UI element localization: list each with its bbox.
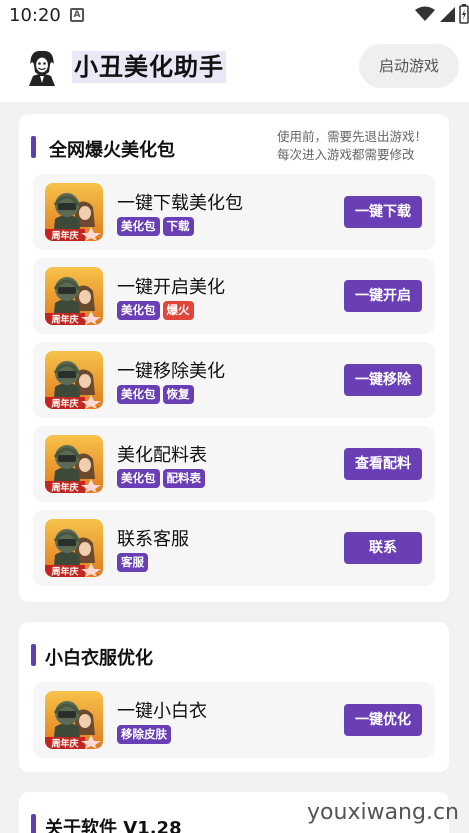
tag-group: 美化包 下载 bbox=[117, 217, 194, 236]
status-time: 10:20 bbox=[9, 5, 61, 26]
tag: 美化包 bbox=[117, 385, 160, 404]
tag: 美化包 bbox=[117, 217, 160, 236]
section-beautify-packs: 全网爆火美化包 使用前，需要先退出游戏！ 每次进入游戏都需要修改 周年庆 一键下… bbox=[19, 114, 449, 602]
tag: 配料表 bbox=[162, 469, 205, 488]
section-white-outfit: 小白衣服优化 周年庆 一键小白衣 移除皮肤 一键优化 bbox=[19, 622, 449, 772]
notification-a-icon: A bbox=[70, 8, 84, 22]
tag: 恢复 bbox=[162, 385, 194, 404]
section-title: 小白衣服优化 bbox=[45, 648, 153, 669]
tag-group: 客服 bbox=[117, 553, 148, 572]
tag: 客服 bbox=[117, 553, 148, 572]
section-accent-bar bbox=[31, 136, 36, 158]
section-title: 全网爆火美化包 bbox=[49, 140, 175, 161]
svg-text:周年庆: 周年庆 bbox=[51, 398, 78, 410]
note-line-1: 使用前，需要先退出游戏！ bbox=[276, 129, 427, 144]
tag-group: 美化包 配料表 bbox=[117, 469, 205, 488]
svg-text:周年庆: 周年庆 bbox=[51, 738, 78, 750]
section-accent-bar bbox=[31, 644, 36, 666]
list-item: 周年庆 联系客服 客服 联系 bbox=[33, 510, 435, 586]
note-line-2: 每次进入游戏都需要修改 bbox=[276, 147, 415, 162]
game-icon: 周年庆 bbox=[45, 351, 103, 409]
row-title: 美化配料表 bbox=[117, 445, 207, 466]
tag-group: 移除皮肤 bbox=[117, 725, 171, 744]
svg-text:周年庆: 周年庆 bbox=[51, 482, 78, 494]
tag: 移除皮肤 bbox=[117, 725, 171, 744]
enable-button[interactable]: 一键开启 bbox=[344, 280, 422, 312]
optimize-button[interactable]: 一键优化 bbox=[344, 704, 422, 736]
tag: 美化包 bbox=[117, 301, 160, 320]
game-icon: 周年庆 bbox=[45, 183, 103, 241]
tag: 下载 bbox=[162, 217, 194, 236]
wifi-icon bbox=[415, 6, 435, 21]
svg-text:周年庆: 周年庆 bbox=[51, 566, 78, 578]
battery-icon bbox=[459, 4, 469, 24]
section-note: 使用前，需要先退出游戏！ 每次进入游戏都需要修改 bbox=[277, 128, 427, 164]
list-item: 周年庆 美化配料表 美化包 配料表 查看配料 bbox=[33, 426, 435, 502]
tag-group: 美化包 恢复 bbox=[117, 385, 194, 404]
launch-game-button[interactable]: 启动游戏 bbox=[359, 44, 459, 88]
list-item: 周年庆 一键小白衣 移除皮肤 一键优化 bbox=[33, 682, 435, 758]
row-title: 一键小白衣 bbox=[117, 701, 207, 722]
tag-hot: 爆火 bbox=[162, 301, 194, 320]
view-ingredients-button[interactable]: 查看配料 bbox=[344, 448, 422, 480]
row-title: 一键下载美化包 bbox=[117, 193, 243, 214]
app-header: 小丑美化助手 启动游戏 bbox=[0, 32, 469, 102]
tag: 美化包 bbox=[117, 469, 160, 488]
list-item: 周年庆 一键开启美化 美化包 爆火 一键开启 bbox=[33, 258, 435, 334]
game-icon: 周年庆 bbox=[45, 519, 103, 577]
signal-icon bbox=[440, 7, 455, 22]
remove-button[interactable]: 一键移除 bbox=[344, 364, 422, 396]
row-title: 一键开启美化 bbox=[117, 277, 225, 298]
svg-text:周年庆: 周年庆 bbox=[51, 314, 78, 326]
svg-text:周年庆: 周年庆 bbox=[51, 230, 78, 242]
game-icon: 周年庆 bbox=[45, 267, 103, 325]
game-icon: 周年庆 bbox=[45, 435, 103, 493]
watermark: youxiwang.cn bbox=[307, 800, 459, 825]
status-bar: 10:20 A bbox=[0, 0, 469, 32]
joker-avatar-icon bbox=[29, 50, 55, 86]
section-title: 关于软件 V1.28 bbox=[45, 818, 182, 833]
status-icons bbox=[415, 4, 469, 24]
section-accent-bar bbox=[31, 814, 36, 833]
tag-group: 美化包 爆火 bbox=[117, 301, 194, 320]
app-title: 小丑美化助手 bbox=[72, 51, 226, 83]
row-title: 联系客服 bbox=[117, 529, 189, 550]
contact-button[interactable]: 联系 bbox=[344, 532, 422, 564]
list-item: 周年庆 一键移除美化 美化包 恢复 一键移除 bbox=[33, 342, 435, 418]
list-item: 周年庆 一键下载美化包 美化包 下载 一键下载 bbox=[33, 174, 435, 250]
game-icon: 周年庆 bbox=[45, 691, 103, 749]
download-button[interactable]: 一键下载 bbox=[344, 196, 422, 228]
row-title: 一键移除美化 bbox=[117, 361, 225, 382]
